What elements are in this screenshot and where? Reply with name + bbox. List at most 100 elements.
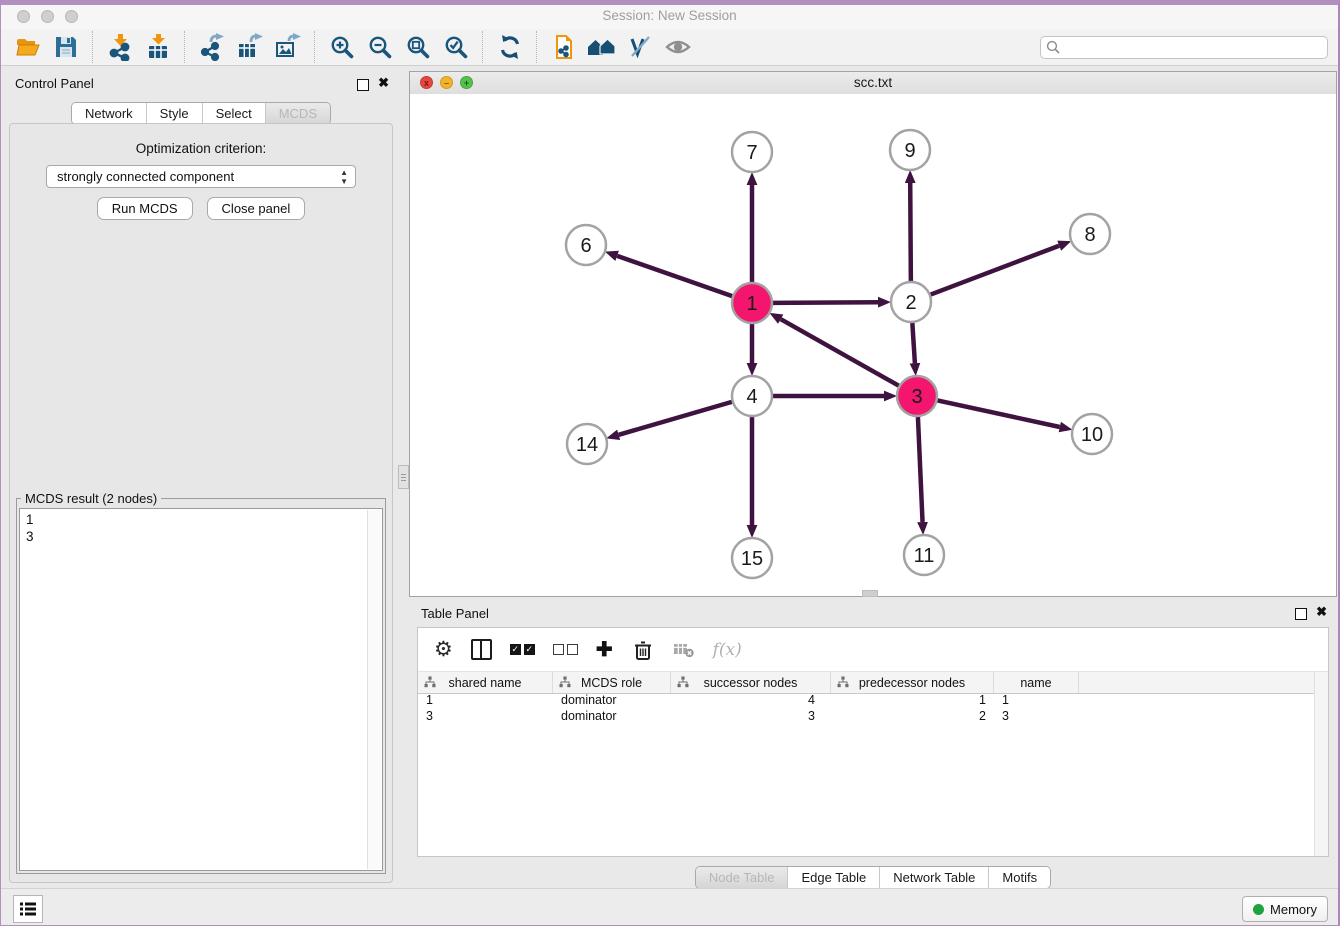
column-header-shared-name[interactable]: shared name	[418, 672, 553, 693]
cell-predecessor-nodes[interactable]: 2	[831, 709, 994, 725]
graph-node-4[interactable]: 4	[732, 376, 772, 416]
export-image-icon[interactable]	[272, 32, 304, 62]
cell-shared-name[interactable]: 3	[418, 709, 553, 725]
document-network-icon[interactable]	[548, 32, 580, 62]
cell-successor-nodes[interactable]: 4	[671, 693, 831, 709]
deselect-all-icon[interactable]	[553, 644, 578, 655]
graph-node-8[interactable]: 8	[1070, 214, 1110, 254]
tab-style[interactable]: Style	[146, 103, 202, 124]
column-header-MCDS-role[interactable]: MCDS role	[553, 672, 671, 693]
node-table-container: ⚙ ✓✓ ✚ f(x) shared nameMCDS rolesuccesso…	[417, 627, 1329, 857]
graph-edge-1-2[interactable]	[773, 302, 878, 303]
panel-splitter-grip[interactable]	[398, 465, 409, 489]
double-house-icon[interactable]	[586, 32, 618, 62]
float-panel-icon[interactable]	[357, 79, 369, 91]
graph-node-1[interactable]: 1	[732, 283, 772, 323]
table-tab-edge-table[interactable]: Edge Table	[787, 867, 879, 888]
save-icon[interactable]	[50, 32, 82, 62]
cell-predecessor-nodes[interactable]: 1	[831, 693, 994, 709]
graph-edge-2-9[interactable]	[910, 183, 911, 281]
cell-MCDS-role[interactable]: dominator	[553, 709, 671, 725]
graph-edge-2-8[interactable]	[931, 246, 1060, 295]
toolbar-separator	[482, 31, 484, 63]
graph-node-3[interactable]: 3	[897, 376, 937, 416]
zoom-out-icon[interactable]	[364, 32, 396, 62]
criterion-dropdown[interactable]: strongly connected component ▲▼	[46, 165, 356, 188]
graph-node-10[interactable]: 10	[1072, 414, 1112, 454]
table-tab-motifs[interactable]: Motifs	[988, 867, 1050, 888]
graph-node-11[interactable]: 11	[904, 535, 944, 575]
cell-name[interactable]: 1	[994, 693, 1079, 709]
graph-node-15[interactable]: 15	[732, 538, 772, 578]
graph-edge-3-1[interactable]	[781, 319, 899, 385]
svg-text:9: 9	[904, 140, 915, 162]
graph-node-14[interactable]: 14	[567, 424, 607, 464]
graph-edge-3-10[interactable]	[938, 400, 1060, 427]
mcds-result-textarea[interactable]: 1 3	[19, 508, 383, 871]
trash-icon[interactable]	[631, 638, 655, 662]
open-folder-icon[interactable]	[12, 32, 44, 62]
table-tabs: Node TableEdge TableNetwork TableMotifs	[409, 866, 1337, 889]
column-header-name[interactable]: name	[994, 672, 1079, 693]
toolbar-separator	[536, 31, 538, 63]
mcds-result-values: 1 3	[20, 509, 382, 547]
status-bar: Memory	[1, 888, 1338, 925]
cell-successor-nodes[interactable]: 3	[671, 709, 831, 725]
split-panel-icon[interactable]	[471, 639, 492, 660]
table-scrollbar[interactable]	[1314, 672, 1328, 856]
column-header-successor-nodes[interactable]: successor nodes	[671, 672, 831, 693]
graph-edge-4-14[interactable]	[619, 402, 732, 435]
memory-status-icon	[1253, 904, 1264, 915]
window-title: Session: New Session	[1, 8, 1338, 23]
gear-icon[interactable]: ⚙	[434, 639, 453, 661]
cell-MCDS-role[interactable]: dominator	[553, 693, 671, 709]
network-resize-grip[interactable]	[862, 590, 878, 597]
table-tab-node-table[interactable]: Node Table	[696, 867, 788, 888]
export-table-icon[interactable]	[234, 32, 266, 62]
memory-button[interactable]: Memory	[1242, 896, 1328, 922]
tab-select[interactable]: Select	[202, 103, 265, 124]
select-all-icon[interactable]: ✓✓	[510, 644, 535, 655]
table-row[interactable]: 1dominator411	[418, 693, 1314, 709]
list-icon	[19, 901, 37, 917]
graph-edge-2-3[interactable]	[912, 323, 915, 363]
network-window-title: scc.txt	[410, 75, 1336, 90]
table-row[interactable]: 3dominator323	[418, 709, 1314, 725]
close-panel-button[interactable]: Close panel	[207, 197, 306, 220]
table-float-panel-icon[interactable]	[1295, 608, 1307, 620]
import-network-icon[interactable]	[104, 32, 136, 62]
graph-edge-3-11[interactable]	[918, 417, 923, 522]
graph-node-6[interactable]: 6	[566, 225, 606, 265]
run-mcds-button[interactable]: Run MCDS	[97, 197, 193, 220]
task-history-button[interactable]	[13, 895, 43, 923]
zoom-fit-icon[interactable]	[402, 32, 434, 62]
search-input[interactable]	[1040, 36, 1328, 59]
close-panel-icon[interactable]: ✖	[378, 76, 389, 90]
import-table-icon[interactable]	[142, 32, 174, 62]
zoom-in-icon[interactable]	[326, 32, 358, 62]
result-scrollbar[interactable]	[367, 510, 381, 869]
cell-name[interactable]: 3	[994, 709, 1079, 725]
eye-icon[interactable]	[662, 32, 694, 62]
table-close-panel-icon[interactable]: ✖	[1316, 605, 1327, 619]
dropdown-arrows-icon: ▲▼	[340, 168, 348, 186]
column-header-predecessor-nodes[interactable]: predecessor nodes	[831, 672, 994, 693]
refresh-icon[interactable]	[494, 32, 526, 62]
tab-network[interactable]: Network	[72, 103, 146, 124]
table-tab-network-table[interactable]: Network Table	[879, 867, 988, 888]
graph-node-7[interactable]: 7	[732, 132, 772, 172]
zoom-check-icon[interactable]	[440, 32, 472, 62]
graph-node-9[interactable]: 9	[890, 130, 930, 170]
delete-table-icon	[673, 640, 695, 660]
add-column-icon[interactable]: ✚	[596, 640, 613, 660]
network-window-titlebar: x – + scc.txt	[410, 72, 1336, 95]
network-canvas[interactable]: 7 9 6 8 1 2 4 3 14 10 15 11	[410, 94, 1336, 596]
svg-text:14: 14	[576, 434, 598, 456]
cell-shared-name[interactable]: 1	[418, 693, 553, 709]
network-graph[interactable]: 7 9 6 8 1 2 4 3 14 10 15 11	[410, 94, 1336, 596]
graph-node-2[interactable]: 2	[891, 282, 931, 322]
tab-mcds[interactable]: MCDS	[265, 103, 330, 124]
slashed-v-icon[interactable]	[624, 32, 656, 62]
export-network-icon[interactable]	[196, 32, 228, 62]
graph-edge-1-6[interactable]	[617, 256, 732, 296]
